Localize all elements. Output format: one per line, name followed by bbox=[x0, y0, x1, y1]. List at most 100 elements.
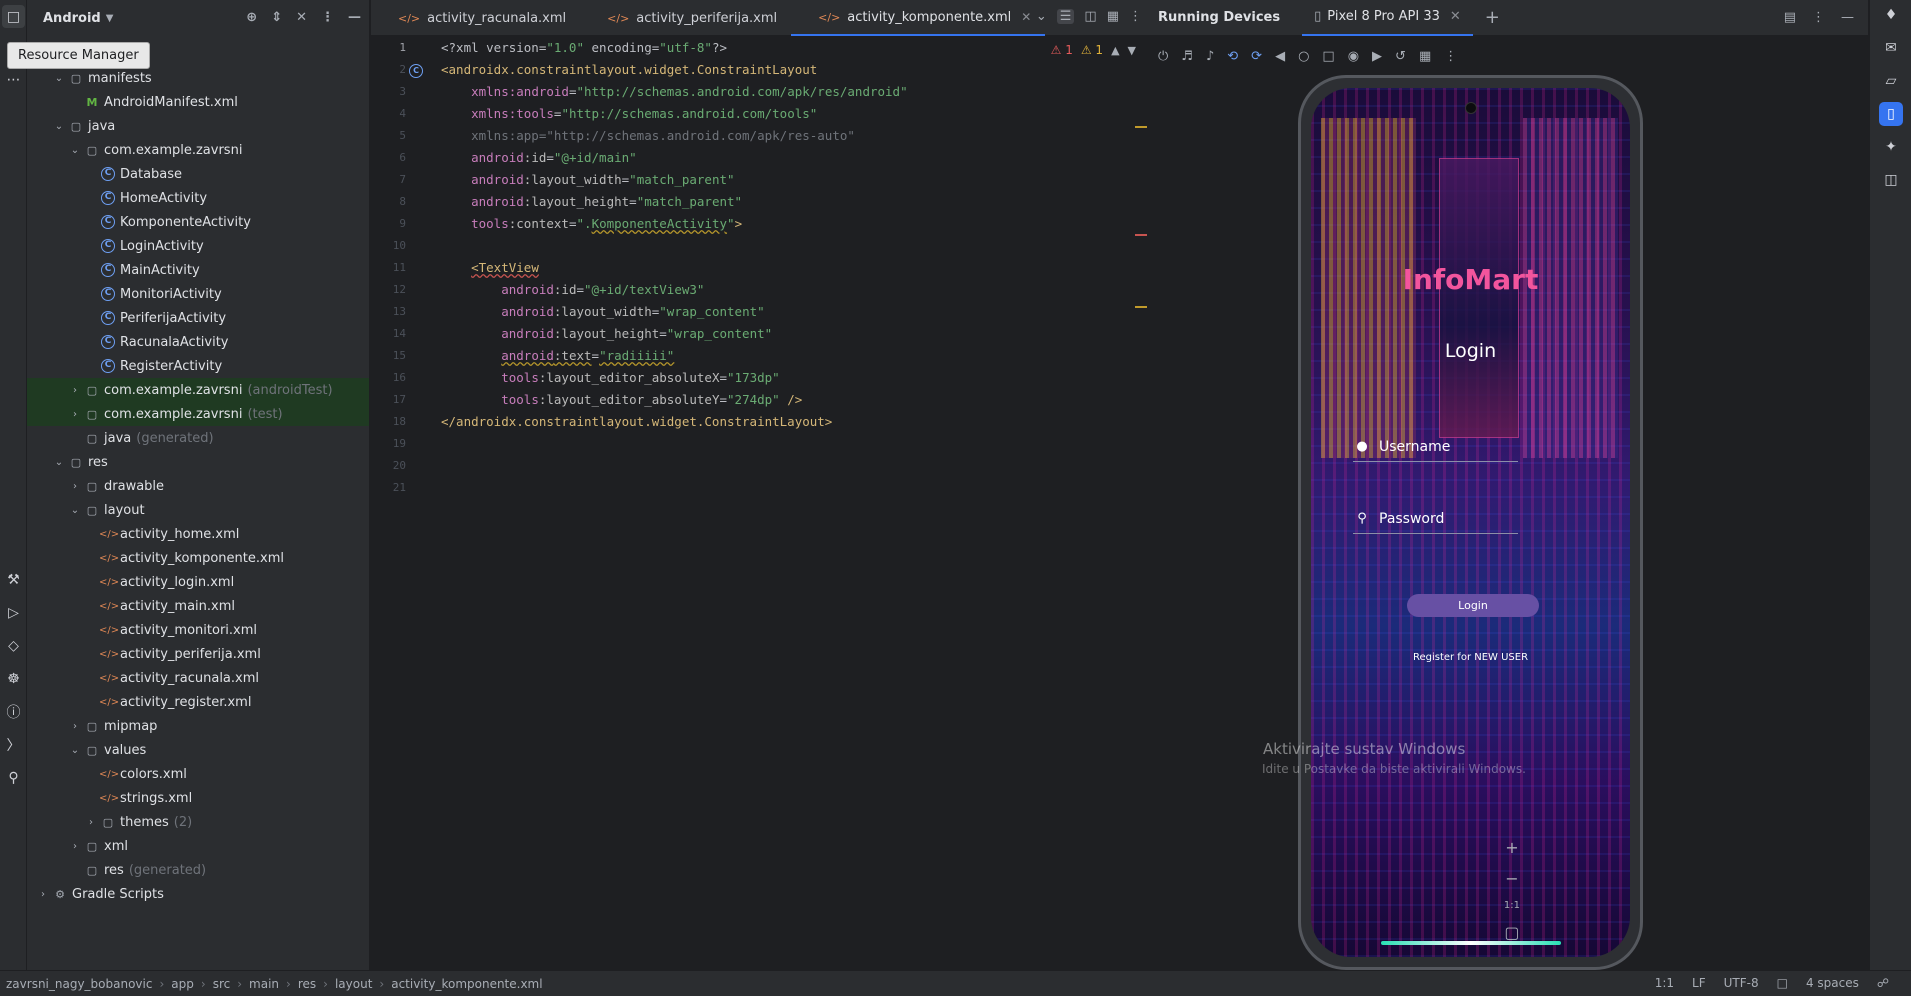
chevron-right-icon[interactable]: › bbox=[67, 721, 83, 732]
tree-item[interactable]: </> colors.xml bbox=[27, 762, 369, 786]
nav-handle[interactable] bbox=[1381, 941, 1561, 945]
tree-item[interactable]: M AndroidManifest.xml bbox=[27, 90, 369, 114]
mirror-icon[interactable]: ▦ bbox=[1419, 49, 1431, 64]
code-line[interactable]: android:layout_width="wrap_content" bbox=[441, 301, 908, 323]
tree-item[interactable]: ⌄ ▢ java bbox=[27, 114, 369, 138]
tab-list-icon[interactable]: ⌄ bbox=[1036, 9, 1047, 24]
chevron-down-icon[interactable]: ⌄ bbox=[67, 145, 83, 156]
chevron-down-icon[interactable]: ⌄ bbox=[67, 505, 83, 516]
git-icon[interactable]: ⚲ bbox=[2, 766, 25, 789]
zoom-reset[interactable]: 1:1 bbox=[1504, 900, 1520, 911]
code-editor[interactable]: 1 2 3 4 5 6 7 8 9 10 11 12 13 14 15 16 17 18 19 20 21 C <?xm… bbox=[371, 37, 1148, 970]
zoom-out-icon[interactable]: − bbox=[1505, 869, 1518, 888]
password-field[interactable]: ⚲ Password bbox=[1353, 504, 1518, 534]
code-line[interactable]: tools:layout_editor_absoluteY="274dp" /> bbox=[441, 389, 908, 411]
chevron-down-icon[interactable]: ⌄ bbox=[51, 457, 67, 468]
tree-item[interactable]: </> activity_monitori.xml bbox=[27, 618, 369, 642]
readonly-icon[interactable]: □ bbox=[1777, 976, 1788, 990]
warning-marker[interactable] bbox=[1135, 126, 1147, 128]
tree-item[interactable]: C Database bbox=[27, 162, 369, 186]
notifications-icon[interactable]: ♦ bbox=[1879, 3, 1903, 27]
screenshot-icon[interactable]: ◉ bbox=[1348, 49, 1359, 64]
breadcrumb-item[interactable]: app bbox=[171, 977, 194, 991]
inspection-widget[interactable]: ⚠ 1 ⚠ 1 ▲ ▼ bbox=[1051, 43, 1136, 57]
more-tools-icon[interactable]: ⋯ bbox=[2, 68, 25, 91]
breadcrumb-item[interactable]: activity_komponente.xml bbox=[391, 977, 542, 991]
run-icon[interactable]: ▷ bbox=[2, 601, 25, 624]
power-icon[interactable]: ⏻ bbox=[1158, 49, 1168, 64]
code-line[interactable]: <TextView bbox=[441, 257, 908, 279]
chevron-down-icon[interactable]: ⌄ bbox=[51, 73, 67, 84]
tree-item[interactable]: C RacunalaActivity bbox=[27, 330, 369, 354]
code-line[interactable]: android:layout_width="match_parent" bbox=[441, 169, 908, 191]
code-line[interactable]: android:id="@+id/main" bbox=[441, 147, 908, 169]
register-link[interactable]: Register for NEW USER bbox=[1311, 652, 1630, 663]
add-device-icon[interactable]: + bbox=[1485, 7, 1500, 28]
back-icon[interactable]: ◀ bbox=[1275, 49, 1285, 64]
breadcrumb-item[interactable]: zavrsni_nagy_bobanovic bbox=[6, 977, 152, 991]
tree-item[interactable]: </> activity_home.xml bbox=[27, 522, 369, 546]
code-line[interactable] bbox=[441, 235, 908, 257]
editor-tab[interactable]: </> activity_komponente.xml ✕ bbox=[791, 0, 1046, 36]
project-view-selector[interactable]: Android ▼ ⊕ ⇕ ✕ ⋮ — bbox=[27, 0, 369, 36]
close-icon[interactable]: ✕ bbox=[1450, 9, 1461, 24]
warning-marker[interactable] bbox=[1135, 306, 1147, 308]
code-view-icon[interactable]: ☰ bbox=[1056, 9, 1075, 24]
error-marker[interactable] bbox=[1135, 234, 1147, 236]
code-line[interactable]: <?xml version="1.0" encoding="utf-8"?> bbox=[441, 37, 908, 59]
fit-screen-icon[interactable]: ▢ bbox=[1504, 923, 1519, 942]
project-view-icon[interactable]: □ bbox=[2, 5, 25, 28]
tree-item[interactable]: </> activity_racunala.xml bbox=[27, 666, 369, 690]
chevron-right-icon[interactable]: › bbox=[67, 481, 83, 492]
breadcrumb-item[interactable]: src bbox=[213, 977, 231, 991]
tree-item[interactable]: </> strings.xml bbox=[27, 786, 369, 810]
code-line[interactable]: android:layout_height="wrap_content" bbox=[441, 323, 908, 345]
collapse-all-icon[interactable]: ✕ bbox=[296, 10, 307, 25]
gemini-icon[interactable]: ✦ bbox=[1879, 135, 1903, 159]
chevron-right-icon[interactable]: › bbox=[67, 841, 83, 852]
tree-item[interactable]: › ▢ com.example.zavrsni (androidTest) bbox=[27, 378, 369, 402]
class-gutter-icon[interactable]: C bbox=[409, 64, 423, 78]
close-icon[interactable]: ✕ bbox=[1021, 10, 1031, 24]
chevron-right-icon[interactable]: › bbox=[35, 889, 51, 900]
chevron-right-icon[interactable]: › bbox=[67, 385, 83, 396]
logcat-icon[interactable]: ☸ bbox=[2, 667, 25, 690]
tree-item[interactable]: C MainActivity bbox=[27, 258, 369, 282]
zoom-in-icon[interactable]: + bbox=[1505, 838, 1518, 857]
rotate-left-icon[interactable]: ⟲ bbox=[1227, 49, 1238, 64]
code-line[interactable] bbox=[441, 477, 908, 499]
code-line[interactable]: xmlns:android="http://schemas.android.co… bbox=[441, 81, 908, 103]
code-line[interactable]: </androidx.constraintlayout.widget.Const… bbox=[441, 411, 908, 433]
hide-panel-icon[interactable]: — bbox=[1841, 10, 1854, 25]
code-line[interactable]: tools:context=".KomponenteActivity"> bbox=[441, 213, 908, 235]
chevron-right-icon[interactable]: › bbox=[83, 817, 99, 828]
screen-record-icon[interactable]: ▶ bbox=[1372, 49, 1382, 64]
chevron-right-icon[interactable]: › bbox=[67, 409, 83, 420]
tree-item[interactable]: ⌄ ▢ layout bbox=[27, 498, 369, 522]
tree-item[interactable]: › ▢ xml bbox=[27, 834, 369, 858]
problems-icon[interactable]: ⓘ bbox=[2, 700, 25, 723]
volume-down-icon[interactable]: ♪ bbox=[1206, 49, 1214, 64]
username-field[interactable]: ● Username bbox=[1353, 432, 1518, 462]
device-tab[interactable]: ▯ Pixel 8 Pro API 33 ✕ bbox=[1302, 0, 1473, 36]
next-problem-icon[interactable]: ▼ bbox=[1128, 44, 1136, 57]
reset-icon[interactable]: ↺ bbox=[1395, 49, 1406, 64]
editor-tab[interactable]: </> activity_racunala.xml bbox=[371, 0, 580, 36]
code-line[interactable]: xmlns:tools="http://schemas.android.com/… bbox=[441, 103, 908, 125]
split-view-icon[interactable]: ◫ bbox=[1084, 9, 1096, 24]
cursor-position[interactable]: 1:1 bbox=[1655, 976, 1674, 990]
tree-item[interactable]: </> activity_main.xml bbox=[27, 594, 369, 618]
tree-item[interactable]: › ▢ themes (2) bbox=[27, 810, 369, 834]
breadcrumb-item[interactable]: layout bbox=[335, 977, 372, 991]
tree-item[interactable]: C MonitoriActivity bbox=[27, 282, 369, 306]
rotate-right-icon[interactable]: ⟳ bbox=[1251, 49, 1262, 64]
tree-item[interactable]: C RegisterActivity bbox=[27, 354, 369, 378]
code-line[interactable]: <androidx.constraintlayout.widget.Constr… bbox=[441, 59, 908, 81]
code-line[interactable] bbox=[441, 455, 908, 477]
expand-all-icon[interactable]: ⇕ bbox=[271, 10, 282, 25]
app-quality-icon[interactable]: ◇ bbox=[2, 634, 25, 657]
tree-item[interactable]: C LoginActivity bbox=[27, 234, 369, 258]
phone-screen[interactable]: InfoMart Login ● Username ⚲ Password Log… bbox=[1311, 88, 1630, 957]
lock-icon[interactable]: ☍ bbox=[1877, 976, 1889, 990]
code-line[interactable]: xmlns:app="http://schemas.android.com/ap… bbox=[441, 125, 908, 147]
